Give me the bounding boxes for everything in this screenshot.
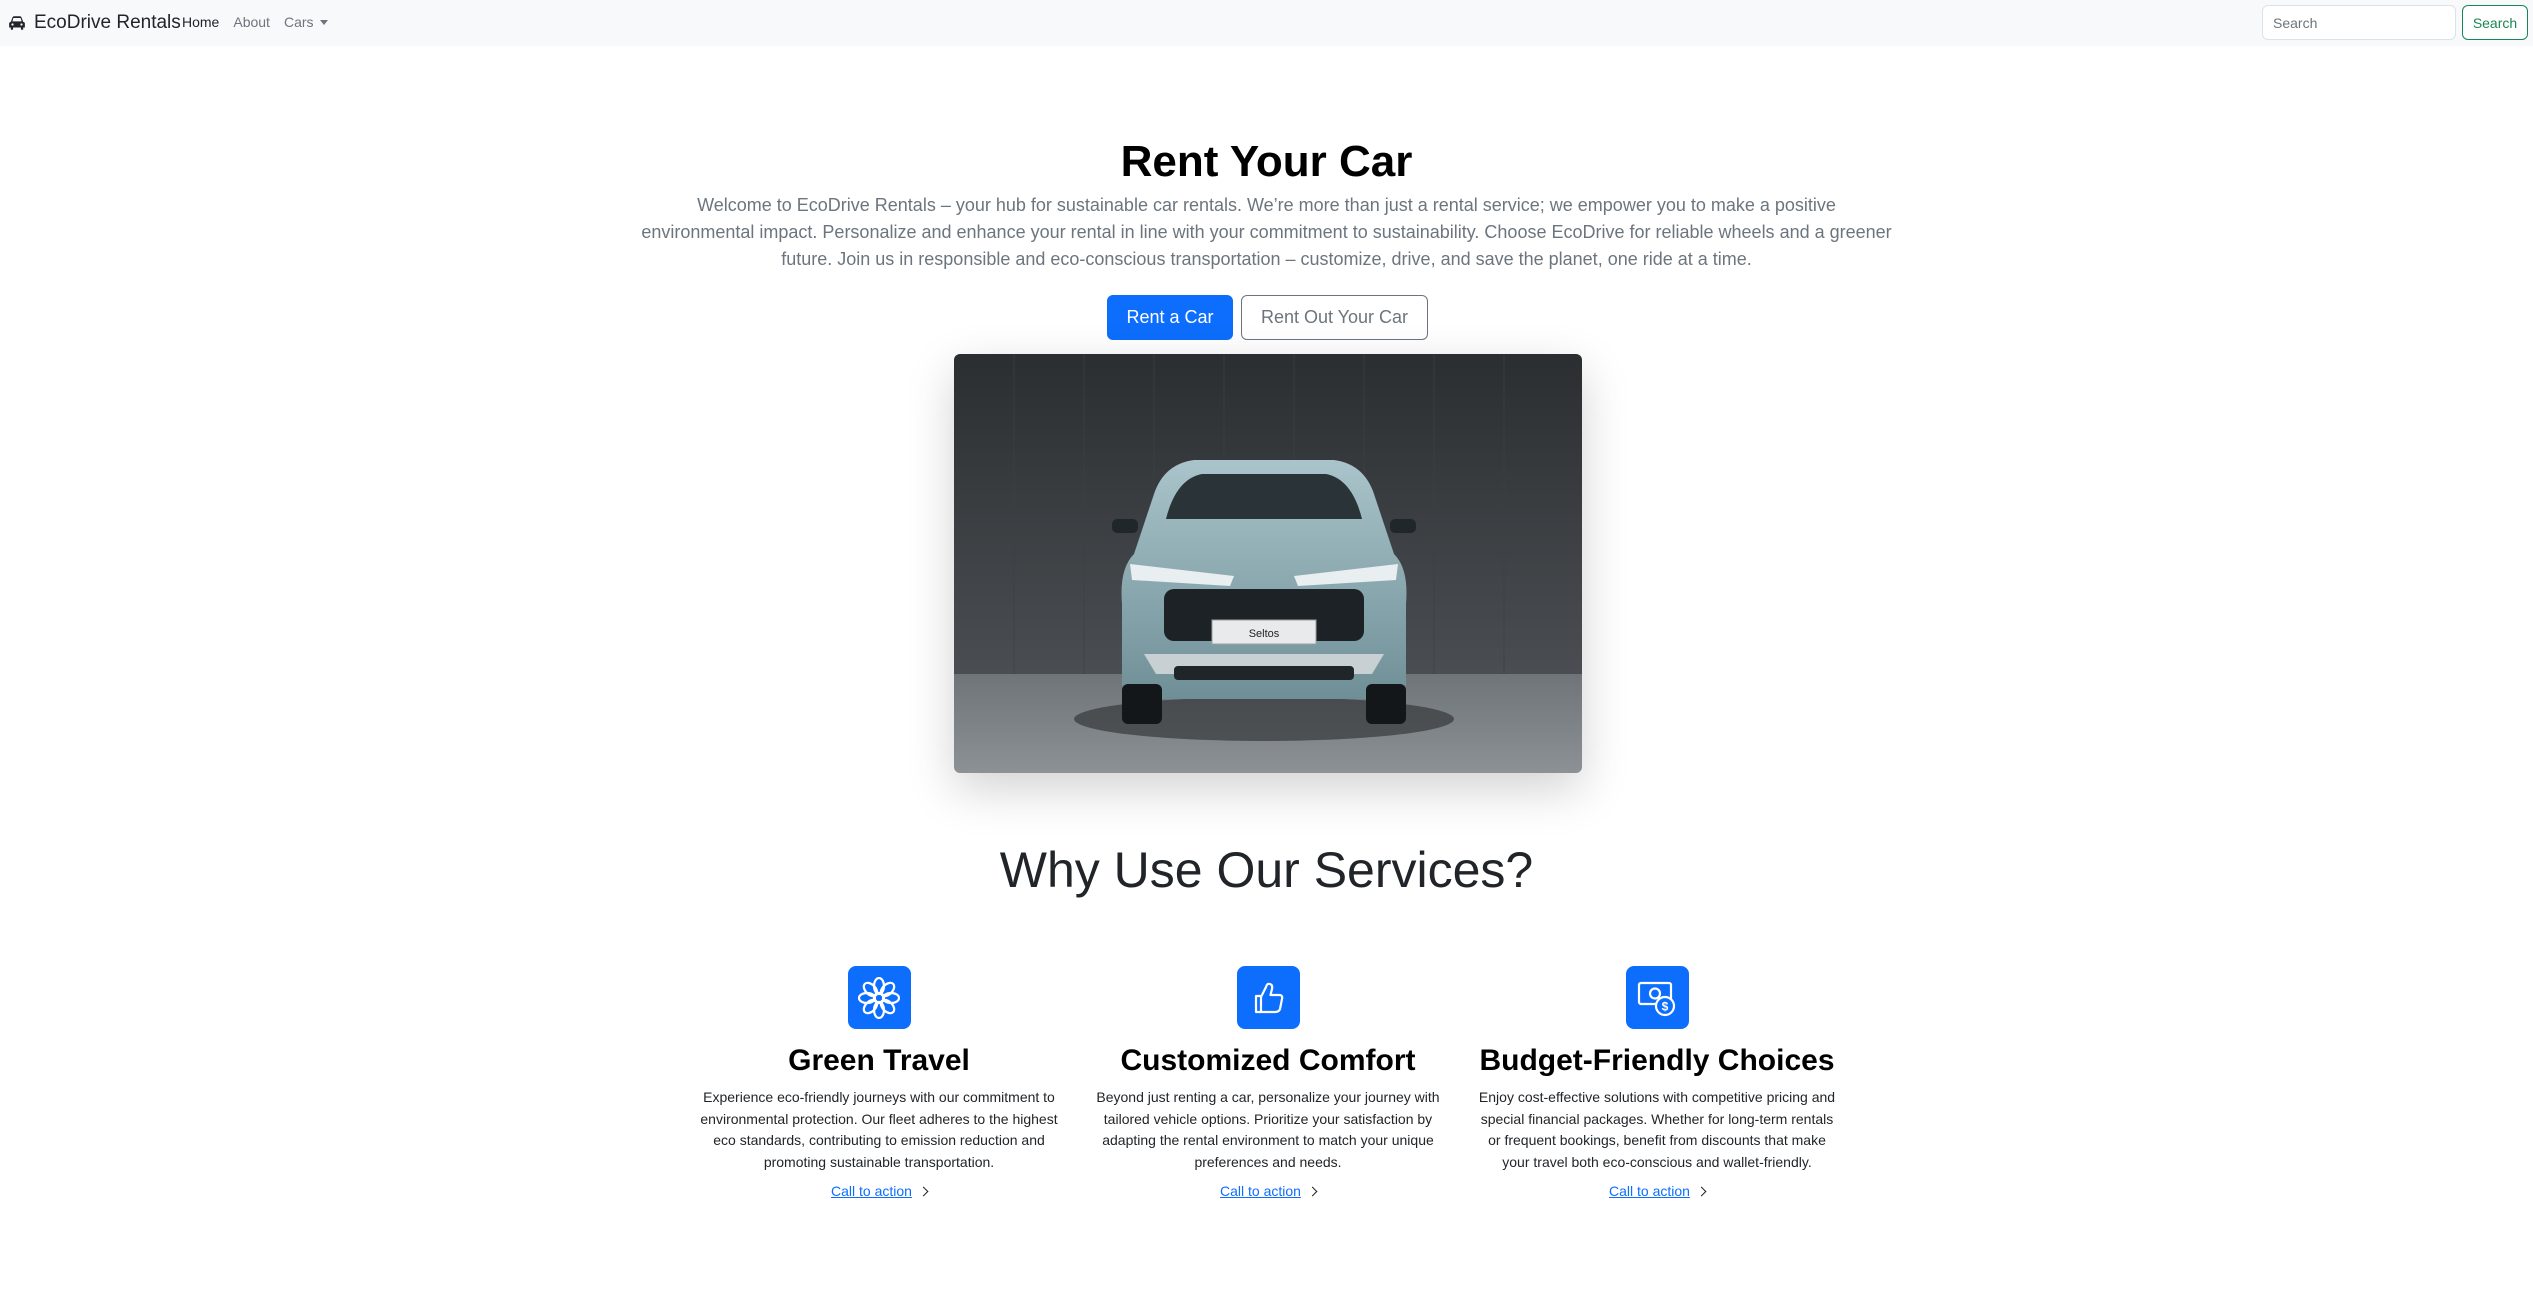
nav-cars-dropdown[interactable]: Cars [284,12,328,32]
nav-home[interactable]: Home [182,12,219,32]
services-title: Why Use Our Services? [999,842,1534,898]
search-button[interactable]: Search [2462,5,2528,40]
chevron-right-icon [1696,1186,1707,1196]
nav-cars-label: Cars [283,14,314,30]
chevron-right-icon [1307,1186,1318,1196]
hero-title: Rent Your Car [1120,137,1413,186]
call-to-action-link[interactable]: Call to action [1609,1183,1707,1199]
svg-text:$: $ [1662,999,1669,1013]
call-to-action-link[interactable]: Call to action [831,1183,929,1199]
feature-customized-comfort: Customized Comfort Beyond just renting a… [1083,966,1453,1201]
caret-down-icon [319,19,328,25]
thumbs-up-icon [1236,966,1300,1029]
feature-text: Enjoy cost-effective solutions with comp… [1478,1089,1836,1170]
brand-name: EcoDrive Rentals [34,12,181,33]
feature-text: Experience eco-friendly journeys with ou… [700,1089,1058,1170]
brand-link[interactable]: EcoDrive Rentals [8,10,181,36]
feature-green-travel: Green Travel Experience eco-friendly jou… [694,966,1064,1201]
link-label: Call to action [831,1183,912,1199]
cash-coin-icon: $ [1625,966,1689,1029]
navbar: EcoDrive Rentals Home About Cars Search [0,0,2533,46]
call-to-action-link[interactable]: Call to action [1220,1183,1318,1199]
nav-links: Home About Cars [182,12,328,32]
hero-car-image: Seltos [954,354,1582,773]
hero-lead: Welcome to EcoDrive Rentals – your hub f… [641,195,1892,269]
rent-out-your-car-button[interactable]: Rent Out Your Car [1241,295,1428,340]
feature-budget-friendly: $ Budget-Friendly Choices Enjoy cost-eff… [1472,966,1842,1201]
chevron-right-icon [918,1186,929,1196]
link-label: Call to action [1609,1183,1690,1199]
car-icon [9,16,25,30]
feature-title: Customized Comfort [1120,1044,1416,1077]
link-label: Call to action [1220,1183,1301,1199]
flower-icon [847,966,911,1029]
search-input[interactable] [2262,5,2456,40]
license-plate-text: Seltos [1249,628,1280,640]
nav-about[interactable]: About [233,12,270,32]
feature-title: Budget-Friendly Choices [1479,1044,1835,1077]
rent-a-car-button[interactable]: Rent a Car [1107,295,1233,340]
feature-title: Green Travel [788,1044,970,1077]
feature-text: Beyond just renting a car, personalize y… [1096,1089,1440,1170]
